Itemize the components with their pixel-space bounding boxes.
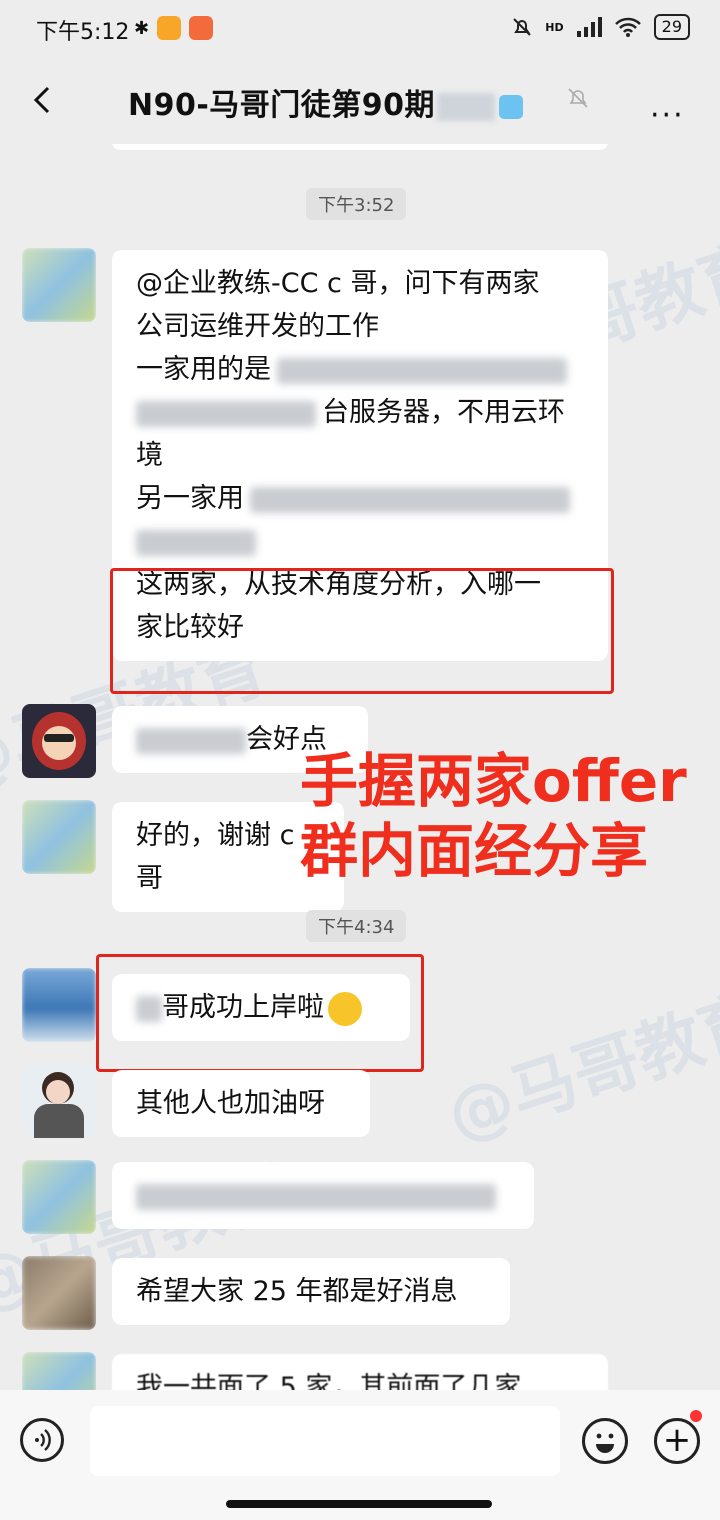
message-line: @企业教练-CC c 哥，问下有两家 [136,268,540,299]
avatar[interactable] [22,704,96,778]
avatar[interactable] [22,1160,96,1234]
message-line: 另一家用 [136,477,584,520]
blurred-text [136,1183,496,1210]
signal-icon [576,17,602,37]
message-text: 其他人也加油呀 [136,1088,325,1119]
mute-bell-icon [513,18,532,36]
voice-input-icon[interactable] [20,1418,64,1462]
message-text: 台服务器，不用云环 [322,397,565,428]
message-text: 另一家用 [136,483,244,514]
message-text: 我一共面了 5 家，其前面了几家 [136,1372,522,1390]
group-badge-icon [499,94,524,119]
blurred-text [277,357,567,384]
message-text: 一家用的是 [136,354,271,385]
smiley-icon [596,1433,614,1453]
blurred-text [250,486,570,513]
status-left-icons: ✱ [134,16,214,40]
title-blurred-suffix [437,92,496,121]
message-bubble[interactable]: 其他人也加油呀 [112,1070,370,1137]
previous-message-bubble [112,144,608,150]
avatar[interactable] [22,800,96,874]
network-type-label: HD [545,20,564,34]
message-bubble[interactable] [112,1162,534,1229]
avatar[interactable] [22,1064,96,1138]
message-input[interactable] [90,1406,560,1476]
message-bubble[interactable]: 希望大家 25 年都是好消息 [112,1258,510,1325]
avatar[interactable] [22,968,96,1042]
more-options-button[interactable]: ··· [650,98,685,133]
chat-title: N90-马哥门徒第90期 [128,80,524,124]
message-line [136,520,584,563]
message-text: 希望大家 25 年都是好消息 [136,1276,458,1307]
notification-dot [690,1410,702,1422]
message-line: 公司运维开发的工作 [136,311,379,342]
app-notification-icon-2 [189,16,214,40]
avatar[interactable] [22,1352,96,1390]
back-arrow-icon[interactable] [24,80,64,120]
status-right-icons: HD 29 [511,14,690,40]
highlight-box [96,954,424,1072]
promo-overlay-text: 手握两家offer 群内面经分享 [300,746,687,886]
blurred-text [136,529,256,556]
message-line: 台服务器，不用云环 [136,391,584,434]
message-line: 境 [136,440,163,471]
overlay-line: 手握两家offer [300,747,687,815]
timestamp: 下午4:34 [306,910,407,942]
message-bubble[interactable]: 我一共面了 5 家，其前面了几家 [112,1354,608,1390]
watermark-text: @马哥教育 [437,979,720,1155]
timestamp: 下午3:52 [306,188,407,220]
emoji-icon[interactable] [582,1418,628,1464]
blurred-text [136,727,246,754]
sound-wave-icon [35,1429,51,1451]
chat-title-text: N90-马哥门徒第90期 [128,88,436,123]
blurred-text [136,400,316,427]
status-time: 下午5:12 [36,20,130,45]
chat-header: N90-马哥门徒第90期 [0,60,720,144]
overlay-line: 群内面经分享 [300,817,649,885]
avatar[interactable] [22,1256,96,1330]
message-text: 好的，谢谢 c 哥 [136,820,295,894]
highlight-box [110,568,614,694]
muted-bell-icon [568,88,588,108]
wifi-icon [614,17,641,37]
status-bar: 下午5:12 ✱ HD 29 [0,0,720,60]
bluetooth-icon: ✱ [134,17,150,39]
home-indicator[interactable] [226,1500,492,1508]
app-notification-icon [157,16,182,40]
battery-indicator: 29 [653,14,690,40]
avatar[interactable] [22,248,96,322]
message-line: 一家用的是 [136,348,584,391]
add-attachment-icon[interactable]: + [654,1418,700,1464]
